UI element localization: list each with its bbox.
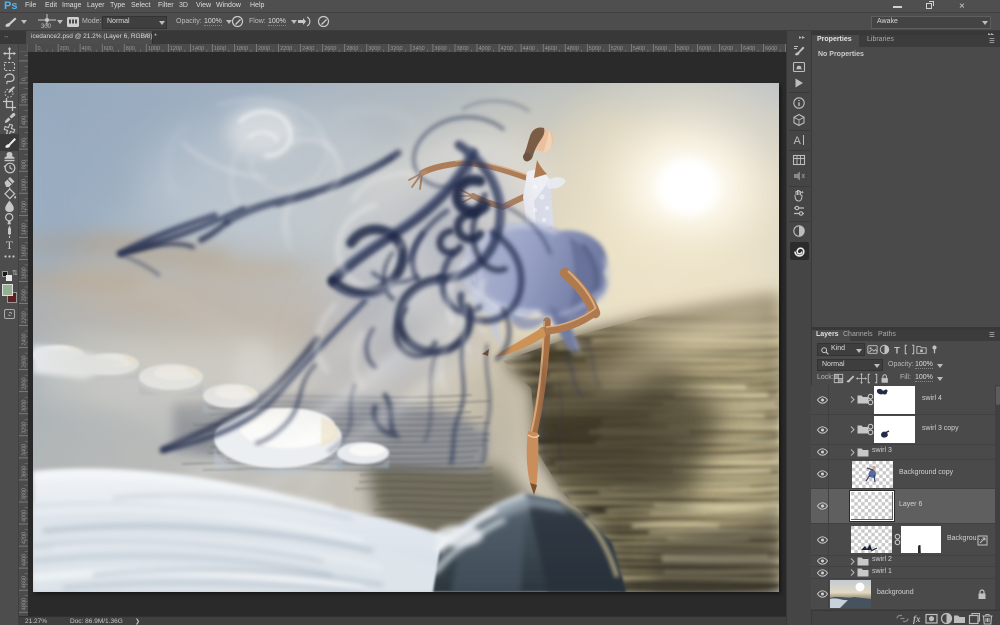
svg-text:3400: 3400	[22, 444, 28, 456]
svg-text:2000: 2000	[22, 289, 28, 301]
svg-text:1400: 1400	[22, 223, 28, 235]
svg-text:0: 0	[22, 78, 28, 81]
svg-text:1200: 1200	[22, 201, 28, 213]
svg-text:A: A	[794, 135, 802, 147]
svg-text:4400: 4400	[22, 554, 28, 566]
svg-text:3600: 3600	[22, 466, 28, 478]
svg-text:3800: 3800	[22, 488, 28, 500]
svg-text:400: 400	[22, 116, 28, 125]
svg-text:4000: 4000	[22, 510, 28, 522]
svg-text:200: 200	[22, 94, 28, 103]
svg-text:2800: 2800	[22, 377, 28, 389]
svg-text:T: T	[894, 345, 900, 355]
svg-text:4600: 4600	[22, 576, 28, 588]
svg-text:2200: 2200	[22, 311, 28, 323]
svg-text:1800: 1800	[22, 267, 28, 279]
svg-text:1000: 1000	[22, 179, 28, 191]
svg-text:3200: 3200	[22, 422, 28, 434]
svg-text:600: 600	[22, 138, 28, 147]
svg-text:800: 800	[22, 160, 28, 169]
svg-text:fx: fx	[913, 614, 921, 624]
svg-text:2400: 2400	[22, 333, 28, 345]
svg-text:2600: 2600	[22, 355, 28, 367]
svg-text:4800: 4800	[22, 598, 28, 610]
svg-text:3000: 3000	[22, 400, 28, 412]
svg-text:1600: 1600	[22, 245, 28, 257]
svg-text:4200: 4200	[22, 532, 28, 544]
